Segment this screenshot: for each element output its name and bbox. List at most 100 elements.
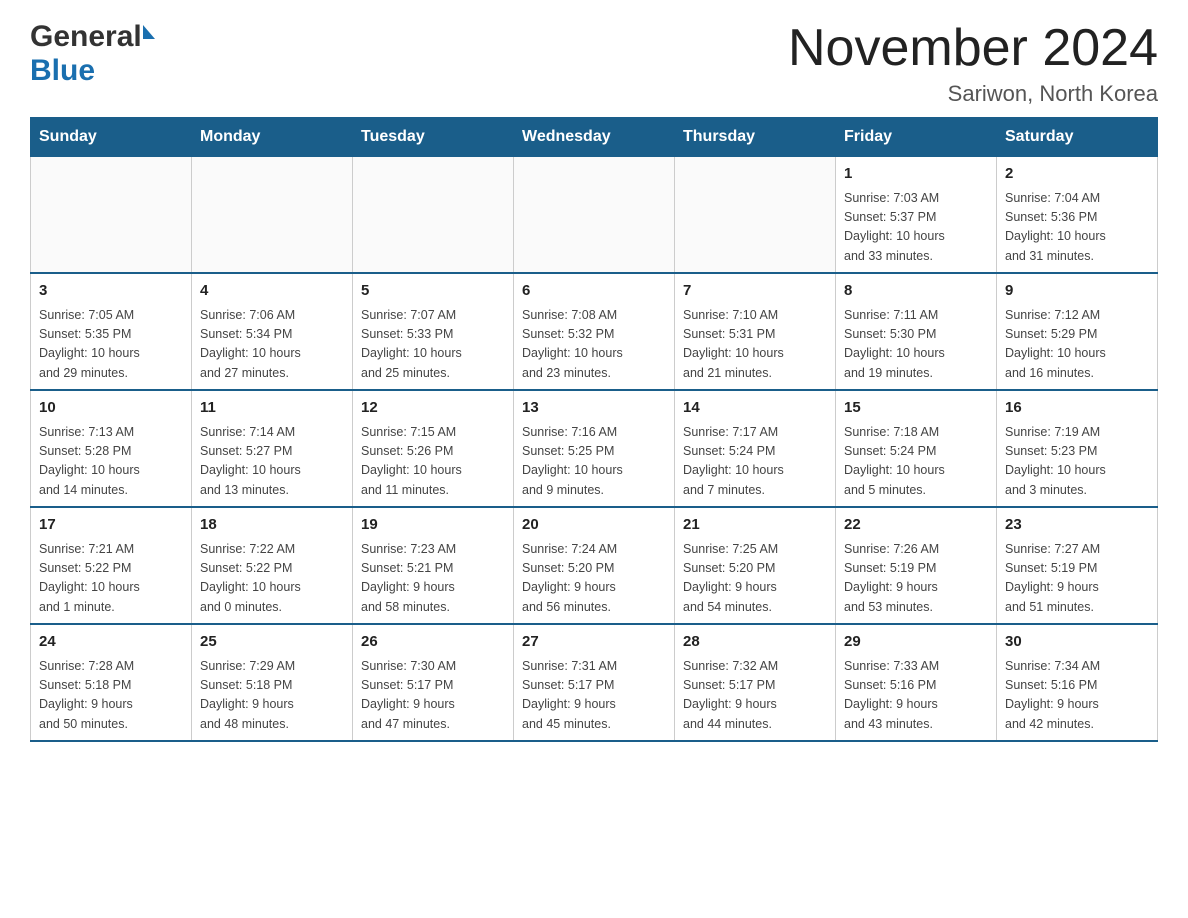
day-info: Sunrise: 7:06 AM Sunset: 5:34 PM Dayligh…	[200, 306, 344, 384]
day-info: Sunrise: 7:26 AM Sunset: 5:19 PM Dayligh…	[844, 540, 988, 618]
day-info: Sunrise: 7:10 AM Sunset: 5:31 PM Dayligh…	[683, 306, 827, 384]
day-info: Sunrise: 7:31 AM Sunset: 5:17 PM Dayligh…	[522, 657, 666, 735]
calendar-cell: 23 Sunrise: 7:27 AM Sunset: 5:19 PM Dayli…	[997, 507, 1158, 624]
calendar-cell: 18 Sunrise: 7:22 AM Sunset: 5:22 PM Dayli…	[192, 507, 353, 624]
day-number: 16	[1005, 397, 1149, 420]
calendar-cell: 2 Sunrise: 7:04 AM Sunset: 5:36 PM Daylig…	[997, 157, 1158, 274]
day-info: Sunrise: 7:04 AM Sunset: 5:36 PM Dayligh…	[1005, 189, 1149, 267]
day-number: 7	[683, 280, 827, 303]
calendar-cell	[192, 157, 353, 274]
day-number: 30	[1005, 631, 1149, 654]
day-info: Sunrise: 7:30 AM Sunset: 5:17 PM Dayligh…	[361, 657, 505, 735]
day-number: 5	[361, 280, 505, 303]
day-number: 14	[683, 397, 827, 420]
day-info: Sunrise: 7:08 AM Sunset: 5:32 PM Dayligh…	[522, 306, 666, 384]
calendar-cell: 11 Sunrise: 7:14 AM Sunset: 5:27 PM Dayli…	[192, 390, 353, 507]
day-info: Sunrise: 7:27 AM Sunset: 5:19 PM Dayligh…	[1005, 540, 1149, 618]
day-number: 22	[844, 514, 988, 537]
calendar-header-sunday: Sunday	[31, 118, 192, 157]
day-info: Sunrise: 7:15 AM Sunset: 5:26 PM Dayligh…	[361, 423, 505, 501]
day-number: 15	[844, 397, 988, 420]
calendar-cell: 5 Sunrise: 7:07 AM Sunset: 5:33 PM Daylig…	[353, 273, 514, 390]
day-number: 18	[200, 514, 344, 537]
day-info: Sunrise: 7:32 AM Sunset: 5:17 PM Dayligh…	[683, 657, 827, 735]
day-number: 26	[361, 631, 505, 654]
calendar-cell: 1 Sunrise: 7:03 AM Sunset: 5:37 PM Daylig…	[836, 157, 997, 274]
logo-general-text: General	[30, 20, 142, 54]
calendar-cell: 27 Sunrise: 7:31 AM Sunset: 5:17 PM Dayli…	[514, 624, 675, 741]
day-number: 1	[844, 163, 988, 186]
calendar-cell: 20 Sunrise: 7:24 AM Sunset: 5:20 PM Dayli…	[514, 507, 675, 624]
day-info: Sunrise: 7:33 AM Sunset: 5:16 PM Dayligh…	[844, 657, 988, 735]
day-number: 11	[200, 397, 344, 420]
calendar-header-friday: Friday	[836, 118, 997, 157]
day-info: Sunrise: 7:17 AM Sunset: 5:24 PM Dayligh…	[683, 423, 827, 501]
day-info: Sunrise: 7:05 AM Sunset: 5:35 PM Dayligh…	[39, 306, 183, 384]
logo: General Blue	[30, 20, 155, 88]
day-number: 3	[39, 280, 183, 303]
calendar-cell: 3 Sunrise: 7:05 AM Sunset: 5:35 PM Daylig…	[31, 273, 192, 390]
calendar-cell: 6 Sunrise: 7:08 AM Sunset: 5:32 PM Daylig…	[514, 273, 675, 390]
calendar-cell: 24Sunrise: 7:28 AM Sunset: 5:18 PM Dayli…	[31, 624, 192, 741]
calendar-header-monday: Monday	[192, 118, 353, 157]
day-info: Sunrise: 7:03 AM Sunset: 5:37 PM Dayligh…	[844, 189, 988, 267]
day-number: 9	[1005, 280, 1149, 303]
day-number: 2	[1005, 163, 1149, 186]
day-number: 20	[522, 514, 666, 537]
calendar-cell: 17 Sunrise: 7:21 AM Sunset: 5:22 PM Dayli…	[31, 507, 192, 624]
day-number: 17	[39, 514, 183, 537]
logo-blue-text: Blue	[30, 54, 95, 88]
day-number: 25	[200, 631, 344, 654]
calendar-cell: 25 Sunrise: 7:29 AM Sunset: 5:18 PM Dayli…	[192, 624, 353, 741]
day-info: Sunrise: 7:14 AM Sunset: 5:27 PM Dayligh…	[200, 423, 344, 501]
day-info: Sunrise: 7:28 AM Sunset: 5:18 PM Dayligh…	[39, 657, 183, 735]
main-title: November 2024	[788, 20, 1158, 77]
day-info: Sunrise: 7:18 AM Sunset: 5:24 PM Dayligh…	[844, 423, 988, 501]
day-info: Sunrise: 7:29 AM Sunset: 5:18 PM Dayligh…	[200, 657, 344, 735]
page-header: General Blue November 2024 Sariwon, Nort…	[30, 20, 1158, 107]
day-number: 10	[39, 397, 183, 420]
calendar-body: 1 Sunrise: 7:03 AM Sunset: 5:37 PM Daylig…	[31, 157, 1158, 742]
title-block: November 2024 Sariwon, North Korea	[788, 20, 1158, 107]
day-number: 6	[522, 280, 666, 303]
calendar-cell: 21 Sunrise: 7:25 AM Sunset: 5:20 PM Dayli…	[675, 507, 836, 624]
day-number: 27	[522, 631, 666, 654]
calendar-cell: 14 Sunrise: 7:17 AM Sunset: 5:24 PM Dayli…	[675, 390, 836, 507]
calendar-header-tuesday: Tuesday	[353, 118, 514, 157]
day-info: Sunrise: 7:21 AM Sunset: 5:22 PM Dayligh…	[39, 540, 183, 618]
calendar-cell	[31, 157, 192, 274]
day-info: Sunrise: 7:16 AM Sunset: 5:25 PM Dayligh…	[522, 423, 666, 501]
calendar-week-3: 10 Sunrise: 7:13 AM Sunset: 5:28 PM Dayli…	[31, 390, 1158, 507]
calendar-cell: 7 Sunrise: 7:10 AM Sunset: 5:31 PM Daylig…	[675, 273, 836, 390]
day-info: Sunrise: 7:11 AM Sunset: 5:30 PM Dayligh…	[844, 306, 988, 384]
day-number: 23	[1005, 514, 1149, 537]
calendar-week-5: 24Sunrise: 7:28 AM Sunset: 5:18 PM Dayli…	[31, 624, 1158, 741]
subtitle: Sariwon, North Korea	[788, 81, 1158, 107]
calendar-cell: 8 Sunrise: 7:11 AM Sunset: 5:30 PM Daylig…	[836, 273, 997, 390]
day-info: Sunrise: 7:22 AM Sunset: 5:22 PM Dayligh…	[200, 540, 344, 618]
day-number: 8	[844, 280, 988, 303]
day-info: Sunrise: 7:07 AM Sunset: 5:33 PM Dayligh…	[361, 306, 505, 384]
calendar-cell: 13 Sunrise: 7:16 AM Sunset: 5:25 PM Dayli…	[514, 390, 675, 507]
calendar-cell: 4Sunrise: 7:06 AM Sunset: 5:34 PM Daylig…	[192, 273, 353, 390]
calendar-header-saturday: Saturday	[997, 118, 1158, 157]
calendar-cell	[675, 157, 836, 274]
calendar-cell: 12 Sunrise: 7:15 AM Sunset: 5:26 PM Dayli…	[353, 390, 514, 507]
calendar-week-1: 1 Sunrise: 7:03 AM Sunset: 5:37 PM Daylig…	[31, 157, 1158, 274]
day-info: Sunrise: 7:24 AM Sunset: 5:20 PM Dayligh…	[522, 540, 666, 618]
calendar-cell	[353, 157, 514, 274]
day-number: 21	[683, 514, 827, 537]
calendar-cell: 28 Sunrise: 7:32 AM Sunset: 5:17 PM Dayli…	[675, 624, 836, 741]
day-info: Sunrise: 7:19 AM Sunset: 5:23 PM Dayligh…	[1005, 423, 1149, 501]
day-info: Sunrise: 7:23 AM Sunset: 5:21 PM Dayligh…	[361, 540, 505, 618]
calendar-cell: 16 Sunrise: 7:19 AM Sunset: 5:23 PM Dayli…	[997, 390, 1158, 507]
day-info: Sunrise: 7:12 AM Sunset: 5:29 PM Dayligh…	[1005, 306, 1149, 384]
calendar-cell: 22 Sunrise: 7:26 AM Sunset: 5:19 PM Dayli…	[836, 507, 997, 624]
day-number: 12	[361, 397, 505, 420]
day-info: Sunrise: 7:13 AM Sunset: 5:28 PM Dayligh…	[39, 423, 183, 501]
day-number: 13	[522, 397, 666, 420]
calendar-cell: 30Sunrise: 7:34 AM Sunset: 5:16 PM Dayli…	[997, 624, 1158, 741]
day-info: Sunrise: 7:25 AM Sunset: 5:20 PM Dayligh…	[683, 540, 827, 618]
day-number: 28	[683, 631, 827, 654]
calendar-header-wednesday: Wednesday	[514, 118, 675, 157]
